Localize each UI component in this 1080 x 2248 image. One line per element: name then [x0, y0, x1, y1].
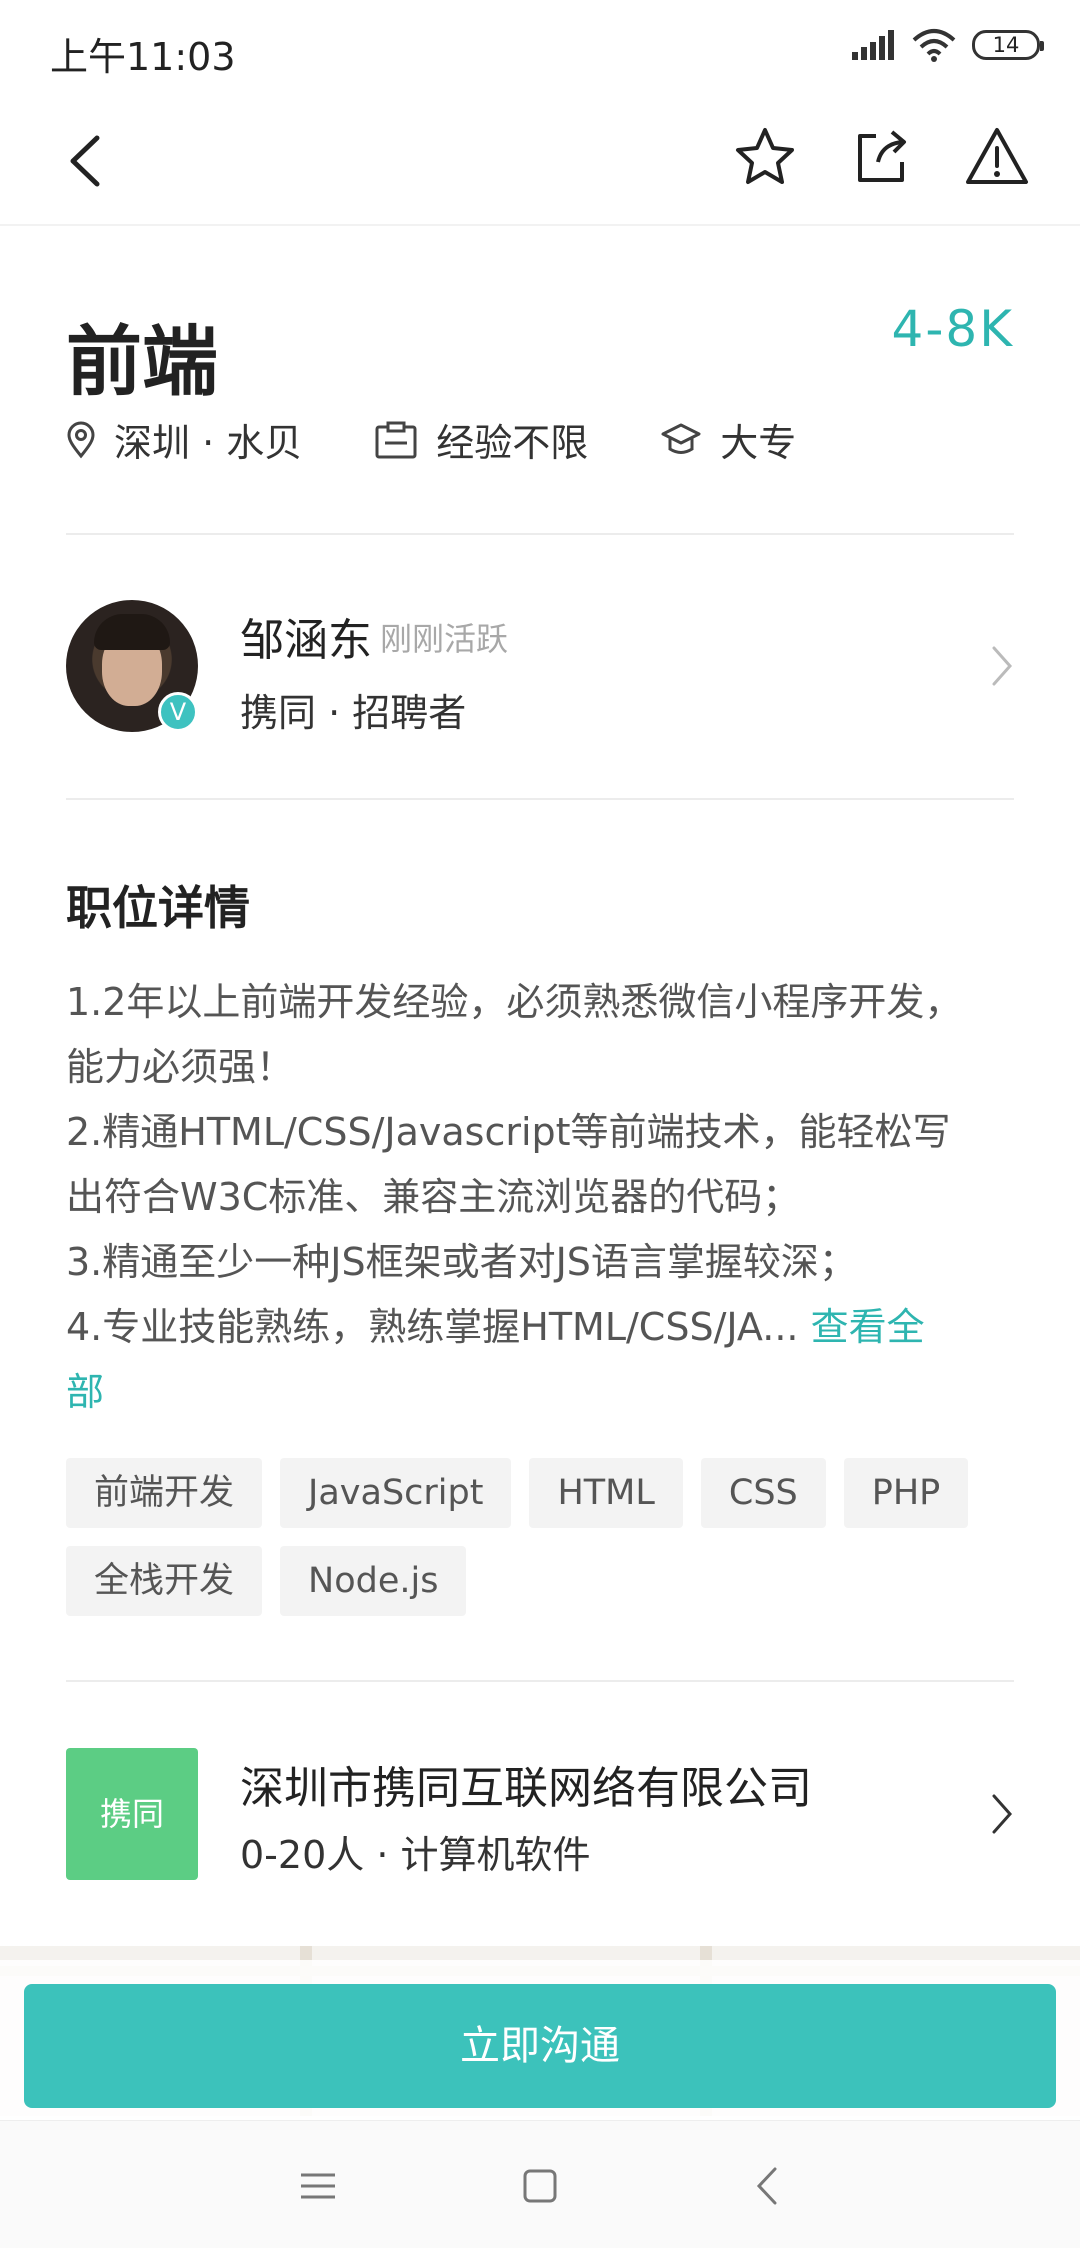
skill-tag: CSS: [700, 1458, 826, 1528]
signal-icon: [852, 30, 894, 60]
company-name: 深圳市携同互联网络有限公司: [240, 1763, 812, 1814]
status-time: 上午11:03: [50, 35, 236, 79]
share-icon[interactable]: [848, 124, 914, 190]
company-info: 0-20人 · 计算机软件: [240, 1833, 591, 1877]
description-line: 出符合W3C标准、兼容主流浏览器的代码；: [66, 1175, 801, 1219]
meta-experience: 经验不限: [374, 412, 588, 467]
top-bar: [0, 96, 1080, 226]
meta-education: 大专: [660, 412, 796, 467]
divider: [66, 798, 1014, 800]
tag-row: 前端开发 JavaScript HTML CSS PHP: [66, 1458, 1026, 1528]
location-text: 深圳 · 水贝: [114, 421, 303, 465]
skill-tag: JavaScript: [280, 1458, 512, 1528]
salary: 4-8K: [891, 300, 1014, 358]
experience-text: 经验不限: [436, 421, 589, 465]
skill-tags: 前端开发 JavaScript HTML CSS PHP 全栈开发 Node.j…: [66, 1458, 1026, 1634]
section-title-details: 职位详情: [66, 881, 250, 935]
job-title: 前端: [66, 317, 218, 406]
company-logo: 携同: [66, 1748, 198, 1880]
skill-tag: HTML: [529, 1458, 683, 1528]
job-meta: 深圳 · 水贝 经验不限 大专: [66, 412, 868, 467]
graduation-cap-icon: [661, 423, 701, 454]
skill-tag: PHP: [843, 1458, 969, 1528]
warning-icon[interactable]: [964, 124, 1030, 190]
star-icon[interactable]: [732, 124, 798, 190]
verified-badge: V: [158, 692, 198, 732]
skill-tag: 全栈开发: [66, 1546, 263, 1616]
wifi-icon: [912, 29, 956, 62]
recruiter-active-status: 刚刚活跃: [380, 620, 509, 658]
system-nav-bar: [0, 2120, 1080, 2248]
skill-tag: Node.js: [280, 1546, 467, 1616]
divider: [66, 533, 1014, 535]
status-icons: 14: [852, 28, 1044, 62]
description-line: 部: [66, 1360, 1016, 1425]
menu-icon[interactable]: [295, 2163, 341, 2209]
avatar-hair: [94, 614, 170, 650]
recruiter-role: 携同 · 招聘者: [240, 691, 467, 735]
back-arrow-icon[interactable]: [55, 126, 115, 196]
description-line: 能力必须强！: [66, 1045, 295, 1089]
company-card[interactable]: 携同 深圳市携同互联网络有限公司 0-20人 · 计算机软件: [66, 1748, 1014, 1880]
description-line-text: 4.专业技能熟练，熟练掌握HTML/CSS/JA...: [66, 1305, 799, 1349]
clipboard-icon: [375, 421, 417, 458]
education-text: 大专: [720, 421, 797, 465]
top-actions: [732, 124, 1030, 190]
description-line: 3.精通至少一种JS框架或者对JS语言掌握较深；: [66, 1240, 857, 1284]
tag-row: 全栈开发 Node.js: [66, 1546, 1026, 1616]
battery-indicator: 14: [972, 30, 1044, 60]
recruiter-name: 邹涵东: [240, 615, 372, 666]
chevron-right-icon: [992, 1794, 1013, 1834]
view-all-link[interactable]: 查看全: [811, 1305, 925, 1349]
job-description: 1.2年以上前端开发经验，必须熟悉微信小程序开发， 能力必须强！ 2.精通HTM…: [66, 970, 1016, 1425]
chevron-right-icon: [992, 646, 1013, 686]
location-pin-icon: [67, 421, 95, 458]
description-line: 1.2年以上前端开发经验，必须熟悉微信小程序开发，: [66, 980, 963, 1024]
description-line: 2.精通HTML/CSS/Javascript等前端技术，能轻松写: [66, 1110, 951, 1154]
chat-now-button[interactable]: 立即沟通: [24, 1984, 1056, 2108]
status-bar: 上午11:03 14: [0, 0, 1080, 96]
home-icon[interactable]: [517, 2163, 563, 2209]
meta-location: 深圳 · 水贝: [66, 412, 302, 467]
view-all-link-cont[interactable]: 部: [66, 1370, 104, 1414]
skill-tag: 前端开发: [66, 1458, 263, 1528]
recruiter-card[interactable]: V 邹涵东 刚刚活跃 携同 · 招聘者: [66, 600, 1014, 740]
cta-container: 立即沟通: [0, 1960, 1080, 2120]
back-icon[interactable]: [745, 2163, 791, 2209]
description-line: 4.专业技能熟练，熟练掌握HTML/CSS/JA... 查看全: [66, 1295, 1016, 1360]
divider: [66, 1680, 1014, 1682]
